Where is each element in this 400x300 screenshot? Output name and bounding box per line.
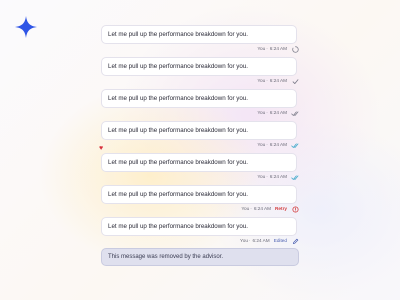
sparkle-icon [15,16,37,38]
check-icon [291,77,299,85]
edited-label: Edited [273,238,287,243]
message-bubble[interactable]: Let me pull up the performance breakdown… [101,25,297,44]
message: Let me pull up the performance breakdown… [101,57,299,89]
message: Let me pull up the performance breakdown… [101,185,299,217]
message-meta: You · 6:24 AM Retry [241,204,299,214]
message-meta: You · 6:24 AM [257,172,299,182]
message-time: 6:24 AM [252,238,270,243]
message-meta: You · 6:24 AM [257,44,299,54]
message-time: 6:24 AM [269,142,287,147]
message-sender: You [257,174,266,179]
double-check-icon [291,109,299,117]
message: Let me pull up the performance breakdown… [101,89,299,121]
message-sender: You [241,206,250,211]
message-bubble[interactable]: Let me pull up the performance breakdown… [101,89,297,108]
message-bubble[interactable]: Let me pull up the performance breakdown… [101,185,297,204]
message: ♥ Let me pull up the performance breakdo… [99,145,299,185]
sending-spinner-icon [291,45,299,53]
message-time: 6:24 AM [269,110,287,115]
message-sender: You [257,142,266,147]
message-thread: Let me pull up the performance breakdown… [99,25,299,249]
message-meta: You · 6:24 AM [257,76,299,86]
message-sender: You [257,110,266,115]
message: Let me pull up the performance breakdown… [101,121,299,153]
message-sender: You [257,46,266,51]
removed-message-notice: This message was removed by the advisor. [101,248,299,266]
heart-reaction-icon[interactable]: ♥ [99,145,103,153]
error-icon [291,205,299,213]
retry-button[interactable]: Retry [275,204,287,214]
double-check-read-icon [291,141,299,149]
message-sender: You [240,238,248,243]
pencil-icon [291,237,299,245]
double-check-read-icon [291,173,299,181]
message-meta: You · 6:24 AM Edited [240,236,299,246]
message-bubble[interactable]: Let me pull up the performance breakdown… [101,217,297,236]
message-time: 6:24 AM [269,46,287,51]
message-meta: You · 6:24 AM [257,108,299,118]
message-bubble[interactable]: Let me pull up the performance breakdown… [101,57,297,76]
message-time: 6:24 AM [269,78,287,83]
message-sender: You [257,78,266,83]
message-time: 6:24 AM [269,174,287,179]
message-meta: You · 6:24 AM [257,140,299,150]
message-time: 6:24 AM [253,206,272,211]
message: Let me pull up the performance breakdown… [101,25,299,57]
message: Let me pull up the performance breakdown… [101,217,299,249]
message-bubble[interactable]: Let me pull up the performance breakdown… [101,153,297,172]
message-bubble[interactable]: Let me pull up the performance breakdown… [101,121,297,140]
